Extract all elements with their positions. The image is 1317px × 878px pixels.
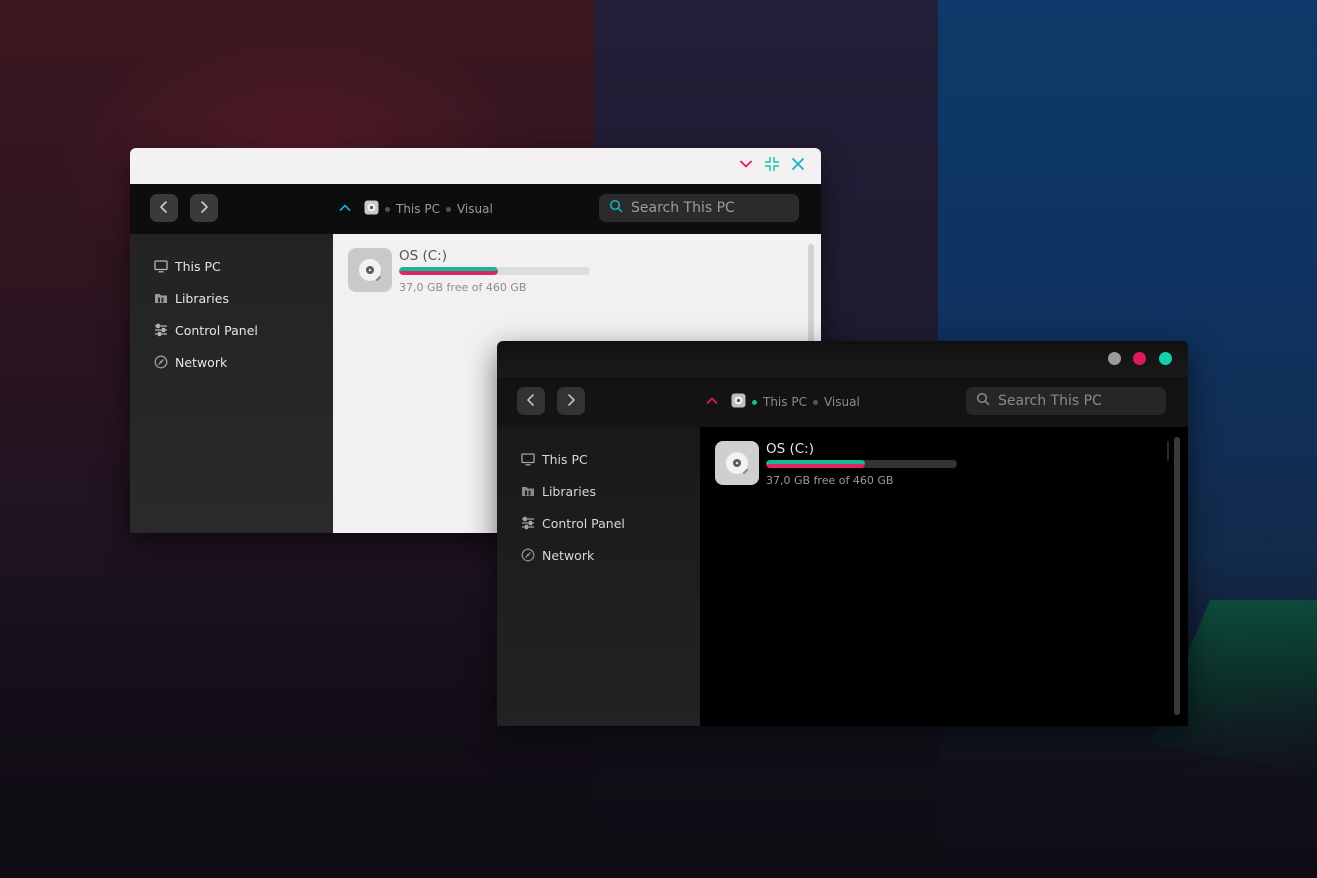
up-button[interactable]	[705, 394, 719, 411]
content-area: OS (C:) 37,0 GB free of 460 GB	[700, 427, 1188, 726]
chevron-left-icon	[524, 392, 538, 411]
chevron-left-icon	[157, 199, 171, 218]
restore-button[interactable]	[762, 156, 782, 176]
titlebar[interactable]	[130, 148, 821, 184]
breadcrumb: This PC Visual	[705, 377, 860, 427]
monitor-icon	[521, 452, 535, 466]
breadcrumb-item-visual[interactable]: Visual	[824, 395, 860, 409]
drive-usage-fill	[766, 460, 866, 468]
sidebar: This PC Libraries Control Panel Network	[497, 427, 700, 726]
scrollbar[interactable]	[1174, 437, 1180, 715]
drive-usage-fill	[399, 267, 499, 275]
chevron-down-icon	[738, 156, 754, 176]
breadcrumb-separator	[445, 206, 451, 212]
sidebar-item-label: Control Panel	[542, 515, 625, 531]
scrollbar-thumb[interactable]	[1167, 441, 1169, 461]
sidebar-item-this-pc[interactable]: This PC	[521, 449, 588, 469]
breadcrumb: This PC Visual	[338, 184, 493, 234]
drive-name: OS (C:)	[766, 441, 814, 457]
breadcrumb-item-visual[interactable]: Visual	[457, 202, 493, 216]
search-placeholder: Search This PC	[631, 200, 735, 216]
close-button[interactable]	[1159, 352, 1172, 365]
sidebar-item-network[interactable]: Network	[154, 352, 227, 372]
hard-drive-icon	[348, 248, 392, 292]
minimize-button[interactable]	[736, 156, 756, 176]
drive-free-space: 37,0 GB free of 460 GB	[766, 474, 894, 487]
sidebar-item-control-panel[interactable]: Control Panel	[154, 320, 258, 340]
toolbar: This PC Visual Search This PC	[497, 377, 1188, 427]
explorer-window-dark[interactable]: This PC Visual Search This PC This PC Li…	[497, 341, 1188, 726]
breadcrumb-separator	[752, 399, 757, 405]
breadcrumb-separator	[385, 206, 390, 212]
search-icon	[609, 199, 623, 217]
sliders-icon	[521, 516, 535, 530]
sidebar-item-label: Libraries	[175, 290, 229, 306]
chevron-right-icon	[197, 199, 211, 218]
sidebar: This PC Libraries Control Panel Network	[130, 234, 333, 533]
forward-button[interactable]	[557, 387, 585, 415]
close-button[interactable]	[788, 156, 808, 176]
hard-drive-icon	[715, 441, 759, 485]
up-button[interactable]	[338, 201, 352, 218]
sidebar-item-libraries[interactable]: Libraries	[521, 481, 596, 501]
compress-icon	[764, 156, 780, 176]
maximize-button[interactable]	[1133, 352, 1146, 365]
sidebar-item-label: This PC	[175, 258, 221, 274]
search-input[interactable]: Search This PC	[599, 194, 799, 222]
drive-free-space: 37,0 GB free of 460 GB	[399, 281, 527, 294]
chevron-up-icon	[338, 201, 352, 218]
forward-button[interactable]	[190, 194, 218, 222]
minimize-button[interactable]	[1108, 352, 1121, 365]
back-button[interactable]	[517, 387, 545, 415]
sidebar-item-libraries[interactable]: Libraries	[154, 288, 229, 308]
sidebar-item-label: Network	[542, 547, 595, 563]
sidebar-item-this-pc[interactable]: This PC	[154, 256, 221, 276]
network-icon	[521, 548, 535, 562]
back-button[interactable]	[150, 194, 178, 222]
sidebar-item-label: Libraries	[542, 483, 596, 499]
breadcrumb-item-this-pc[interactable]: This PC	[763, 395, 807, 409]
sidebar-item-label: Control Panel	[175, 322, 258, 338]
sidebar-item-network[interactable]: Network	[521, 545, 594, 565]
sidebar-item-label: Network	[175, 354, 228, 370]
drive-small-icon	[364, 200, 379, 218]
sidebar-item-control-panel[interactable]: Control Panel	[521, 513, 625, 533]
titlebar[interactable]	[497, 341, 1188, 377]
sidebar-item-label: This PC	[542, 451, 588, 467]
monitor-icon	[154, 259, 168, 273]
folder-icon	[154, 291, 168, 305]
drive-name: OS (C:)	[399, 248, 447, 264]
search-icon	[976, 392, 990, 410]
drive-usage-bar	[399, 267, 590, 275]
toolbar: This PC Visual Search This PC	[130, 184, 821, 234]
close-icon	[790, 156, 806, 176]
breadcrumb-separator	[812, 399, 818, 405]
drive-small-icon	[731, 393, 746, 411]
search-input[interactable]: Search This PC	[966, 387, 1166, 415]
chevron-right-icon	[564, 392, 578, 411]
sliders-icon	[154, 323, 168, 337]
network-icon	[154, 355, 168, 369]
drive-usage-bar	[766, 460, 957, 468]
folder-icon	[521, 484, 535, 498]
breadcrumb-item-this-pc[interactable]: This PC	[396, 202, 440, 216]
search-placeholder: Search This PC	[998, 393, 1102, 409]
chevron-up-icon	[705, 394, 719, 411]
